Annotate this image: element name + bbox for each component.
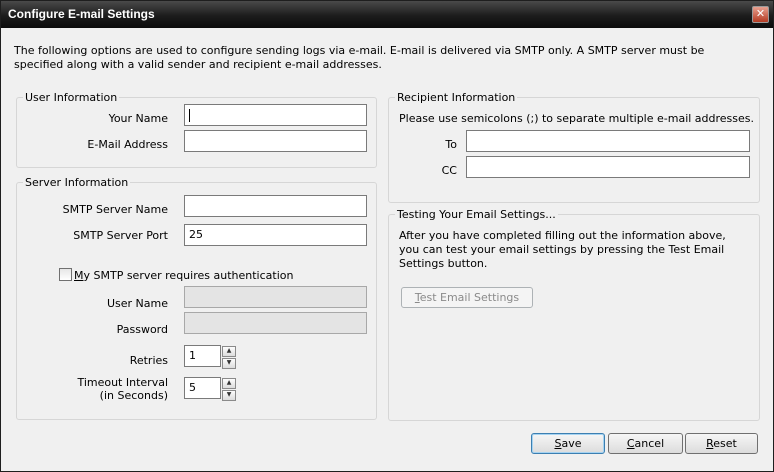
user-information-legend: User Information <box>25 91 118 104</box>
spin-down-icon[interactable]: ▼ <box>222 390 236 401</box>
your-name-input[interactable] <box>184 104 367 126</box>
smtp-username-label: User Name <box>106 297 168 310</box>
smtp-username-input <box>184 286 367 308</box>
smtp-server-name-label: SMTP Server Name <box>62 203 168 216</box>
test-email-settings-button: Test Email Settings <box>401 287 533 308</box>
email-address-input[interactable] <box>184 130 367 152</box>
retries-label: Retries <box>129 354 168 367</box>
timeout-input[interactable]: 5 <box>184 377 221 399</box>
title-bar[interactable]: Configure E-mail Settings ✕ <box>1 1 773 28</box>
retries-spinner[interactable]: ▲ ▼ <box>222 346 236 369</box>
recipient-information-legend: Recipient Information <box>397 91 516 104</box>
spin-up-icon[interactable]: ▲ <box>222 346 236 357</box>
cancel-button[interactable]: Cancel <box>608 433 683 454</box>
auth-checkbox-label[interactable]: My SMTP server requires authentication <box>74 269 293 282</box>
timeout-label: Timeout Interval (in Seconds) <box>77 376 168 402</box>
testing-legend: Testing Your Email Settings... <box>397 208 556 221</box>
intro-text: The following options are used to config… <box>14 44 705 71</box>
recipient-hint: Please use semicolons (;) to separate mu… <box>399 112 755 125</box>
smtp-server-port-label: SMTP Server Port <box>73 229 168 242</box>
smtp-password-input <box>184 312 367 334</box>
reset-button[interactable]: Reset <box>685 433 758 454</box>
smtp-server-port-input[interactable]: 25 <box>184 224 367 246</box>
spin-down-icon[interactable]: ▼ <box>222 358 236 369</box>
window-title: Configure E-mail Settings <box>8 7 155 21</box>
text-caret <box>189 108 190 122</box>
testing-description: After you have completed filling out the… <box>399 229 726 270</box>
retries-input[interactable]: 1 <box>184 345 221 367</box>
close-icon[interactable]: ✕ <box>752 6 769 23</box>
email-settings-dialog: Configure E-mail Settings ✕ The followin… <box>0 0 774 472</box>
timeout-spinner[interactable]: ▲ ▼ <box>222 378 236 401</box>
auth-checkbox[interactable] <box>59 268 72 281</box>
server-information-legend: Server Information <box>25 176 129 189</box>
cc-label: CC <box>441 164 457 177</box>
save-button[interactable]: Save <box>531 433 605 454</box>
smtp-password-label: Password <box>116 323 168 336</box>
email-address-label: E-Mail Address <box>87 138 168 151</box>
cc-input[interactable] <box>466 156 750 178</box>
to-label: To <box>445 138 457 151</box>
smtp-server-name-input[interactable] <box>184 195 367 217</box>
to-input[interactable] <box>466 130 750 152</box>
spin-up-icon[interactable]: ▲ <box>222 378 236 389</box>
your-name-label: Your Name <box>108 112 168 125</box>
